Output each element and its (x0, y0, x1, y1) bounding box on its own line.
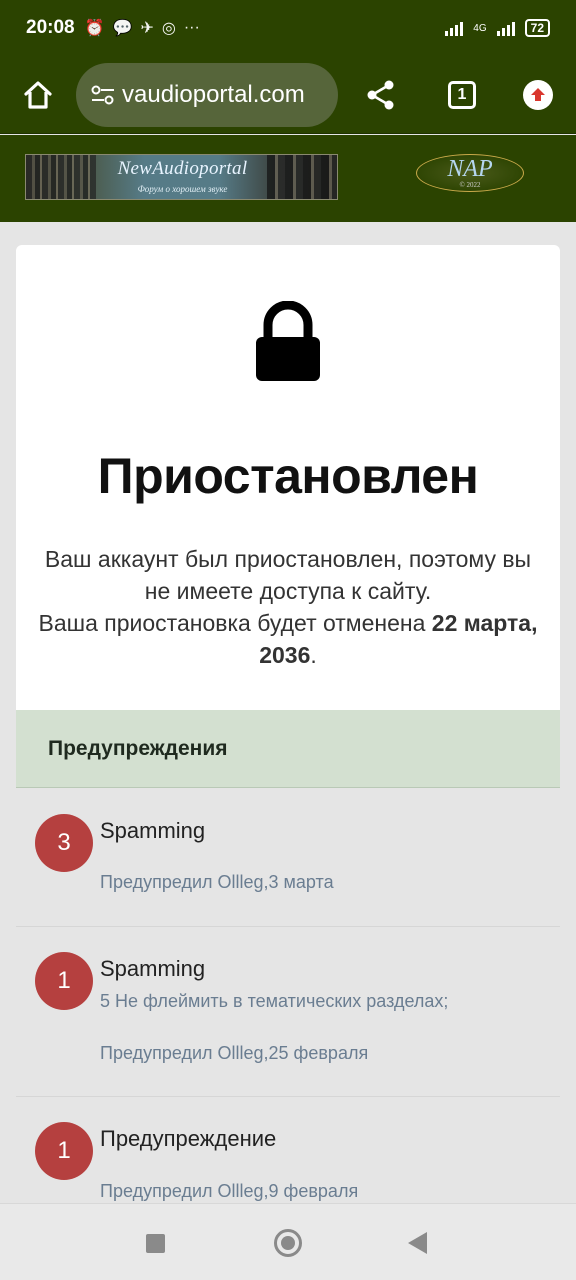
warning-item[interactable]: 3 Spamming Предупредил Ollleg,3 марта (16, 789, 560, 927)
url-text[interactable]: vaudioportal.com (122, 81, 305, 109)
page-title: Приостановлен (97, 448, 479, 504)
share-icon (367, 80, 394, 109)
home-nav-button[interactable] (274, 1229, 302, 1257)
banner-subtitle: Форум о хорошем звуке (137, 184, 228, 194)
logo-text: NAP (447, 156, 493, 182)
lock-icon (256, 301, 320, 381)
warning-meta: Предупредил Ollleg,25 февраля (100, 1043, 369, 1063)
nap-logo[interactable]: NAP © 2022 (416, 154, 524, 192)
site-banner[interactable]: NewAudioportal Форум о хорошем звуке (25, 154, 338, 200)
telegram-icon: ✈ (140, 20, 154, 37)
suspended-card: Приостановлен Ваш аккаунт был приостанов… (16, 245, 560, 710)
logo-year: © 2022 (459, 181, 481, 189)
warning-meta: Предупредил Ollleg,9 февраля (100, 1181, 359, 1201)
chat-icon: 💬 (112, 20, 133, 37)
network-type: 4G (473, 22, 487, 34)
home-button[interactable] (0, 56, 76, 134)
warning-item[interactable]: 1 Spamming 5 Не флеймить в тематических … (16, 927, 560, 1097)
tab-count: 1 (448, 80, 476, 109)
back-button[interactable] (408, 1232, 427, 1254)
more-icon: ··· (183, 19, 200, 36)
site-settings-icon[interactable] (90, 84, 116, 106)
status-bar: 20:08 ⏰ 💬 ✈ ◎ ··· 4G 72 (0, 0, 576, 56)
warning-points-badge: 1 (35, 952, 93, 1010)
warning-points-badge: 1 (35, 1122, 93, 1180)
warning-meta: Предупредил Ollleg,3 марта (100, 872, 334, 892)
recents-button[interactable] (146, 1234, 165, 1253)
signal-icon (445, 20, 464, 36)
browser-toolbar: vaudioportal.com 1 (0, 56, 576, 134)
battery-icon: 72 (524, 19, 550, 37)
tabs-button[interactable]: 1 (424, 56, 500, 134)
update-button[interactable] (500, 56, 576, 134)
signal-icon-2 (496, 20, 515, 36)
notification-icons: ⏰ 💬 ✈ ◎ ··· (85, 18, 200, 38)
alarm-icon: ⏰ (84, 20, 105, 37)
vpn-icon: ◎ (161, 20, 176, 37)
system-nav-bar (0, 1203, 576, 1280)
banner-image-left (26, 155, 96, 199)
warning-points-badge: 3 (35, 814, 93, 872)
share-button[interactable] (338, 56, 424, 134)
suspension-message: Ваш аккаунт был приостановлен, поэтому в… (36, 543, 540, 671)
site-header: NewAudioportal Форум о хорошем звуке NAP… (0, 135, 576, 222)
banner-image-right (267, 155, 337, 199)
warning-description: 5 Не флеймить в тематических разделах; (100, 991, 449, 1011)
warnings-heading: Предупреждения (16, 710, 560, 788)
warning-item[interactable]: 1 Предупреждение Предупредил Ollleg,9 фе… (16, 1097, 560, 1203)
warning-title[interactable]: Spamming (100, 956, 205, 982)
banner-title: NewAudioportal (117, 158, 248, 179)
address-bar[interactable]: vaudioportal.com (76, 62, 338, 127)
warning-title[interactable]: Spamming (100, 818, 205, 844)
suspension-reason: Ваш аккаунт был приостановлен, поэтому в… (44, 546, 532, 604)
home-icon (24, 80, 52, 109)
status-time: 20:08 (26, 17, 75, 38)
suspension-until: Ваша приостановка будет отменена 22 март… (38, 610, 538, 668)
warning-title[interactable]: Предупреждение (100, 1126, 276, 1152)
update-icon (523, 79, 553, 110)
